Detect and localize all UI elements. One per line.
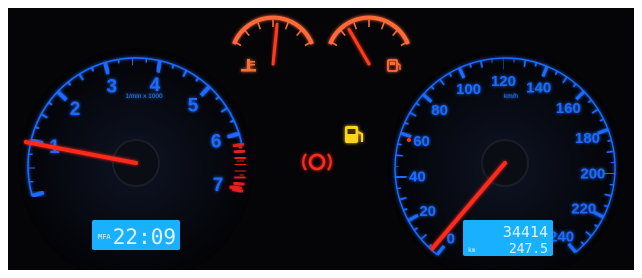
- speedometer-tick: [607, 139, 612, 143]
- trip-unit-label: km: [468, 247, 476, 254]
- speedometer-tick: [534, 62, 538, 67]
- fuel-warning-icon: [345, 126, 363, 143]
- small-gauge-tick: [244, 29, 250, 37]
- coolant-gauge-ticks: [234, 20, 312, 47]
- small-gauge-tick: [340, 29, 346, 37]
- small-gauge-tick: [353, 22, 358, 30]
- photo-frame: 1234567 1/min x 1000 MFA 22:09: [0, 0, 642, 278]
- speedometer-scale-label: 100: [456, 81, 481, 98]
- speedometer-tick: [603, 171, 615, 176]
- tachometer-tick: [117, 59, 121, 64]
- speedometer-scale-label: 160: [556, 100, 581, 117]
- fuel-gauge-ticks: [330, 20, 408, 47]
- tachometer-tick: [171, 64, 175, 69]
- tachometer-scale-label: 5: [188, 95, 199, 116]
- odometer-lcd: 34414 km 247.5: [463, 220, 553, 257]
- instrument-cluster-graphic: 1234567 1/min x 1000 MFA 22:09: [18, 15, 623, 270]
- tachometer-redline-segment: [233, 149, 246, 154]
- speedometer-scale-label: 80: [431, 102, 448, 119]
- tachometer-tick: [238, 146, 243, 149]
- speedometer-scale-label: 200: [580, 166, 605, 183]
- clock-time: 22:09: [113, 225, 176, 249]
- tachometer-redline-segment: [233, 181, 245, 187]
- coolant-temperature-icon: [241, 59, 256, 72]
- speedometer-tick: [609, 183, 614, 186]
- speedometer-scale-label: 180: [575, 130, 600, 147]
- speedometer-scale-label: 120: [491, 73, 516, 90]
- speedometer-scale-label: 40: [409, 169, 426, 186]
- tachometer-tick: [29, 180, 34, 184]
- speedometer: 020406080100 120 140160180200220240 km/h 3…: [387, 50, 623, 270]
- clock-lcd: MFA 22:09: [92, 220, 180, 250]
- fuel-gauge-needle: [347, 27, 371, 66]
- speedometer-tick: [395, 154, 403, 157]
- speedometer-tick: [606, 150, 614, 154]
- trip-distance: 247.5: [509, 242, 548, 257]
- speedometer-marker-dot: [406, 137, 412, 143]
- speedometer-scale-label: 220: [571, 200, 596, 217]
- speedometer-unit-label: km/h: [504, 93, 518, 100]
- small-gauge-tick: [296, 29, 302, 37]
- tachometer-scale-label: 7: [213, 175, 224, 196]
- fuel-pump-icon: [387, 59, 401, 72]
- tachometer-redline-segment: [232, 142, 245, 148]
- coolant-gauge-needle: [271, 22, 279, 66]
- tachometer-unit-label: 1/min x 1000: [125, 93, 163, 100]
- speedometer-tick: [395, 175, 407, 180]
- instrument-cluster: 1234567 1/min x 1000 MFA 22:09: [8, 8, 634, 270]
- speedometer-scale-label: 60: [413, 133, 430, 150]
- tachometer: 1234567 1/min x 1000 MFA 22:09: [18, 48, 254, 270]
- clock-mode-label: MFA: [98, 233, 111, 241]
- tachometer-scale-label: 3: [107, 77, 118, 98]
- fuel-gauge: [328, 15, 410, 72]
- speedometer-tick: [397, 143, 402, 146]
- tachometer-scale-label: 2: [70, 99, 81, 120]
- odometer-total: 34414: [503, 223, 548, 241]
- speedometer-tick: [396, 187, 402, 190]
- speedometer-scale-label: 20: [419, 203, 436, 220]
- small-gauge-tick: [380, 22, 385, 30]
- speedometer-scale-label: 140: [526, 80, 551, 97]
- tachometer-redline-segment: [234, 155, 246, 160]
- tachometer-redline-segment: [234, 175, 246, 180]
- small-gauge-tick: [257, 22, 262, 30]
- tachometer-redline-segment: [234, 169, 246, 173]
- tachometer-tick: [155, 60, 163, 73]
- coolant-gauge: [232, 15, 314, 72]
- brake-warning-icon: [302, 153, 332, 171]
- small-gauge-tick: [392, 29, 398, 37]
- small-gauge-tick: [284, 22, 289, 30]
- tachometer-tick: [34, 126, 40, 130]
- tachometer-scale-label: 6: [211, 132, 222, 153]
